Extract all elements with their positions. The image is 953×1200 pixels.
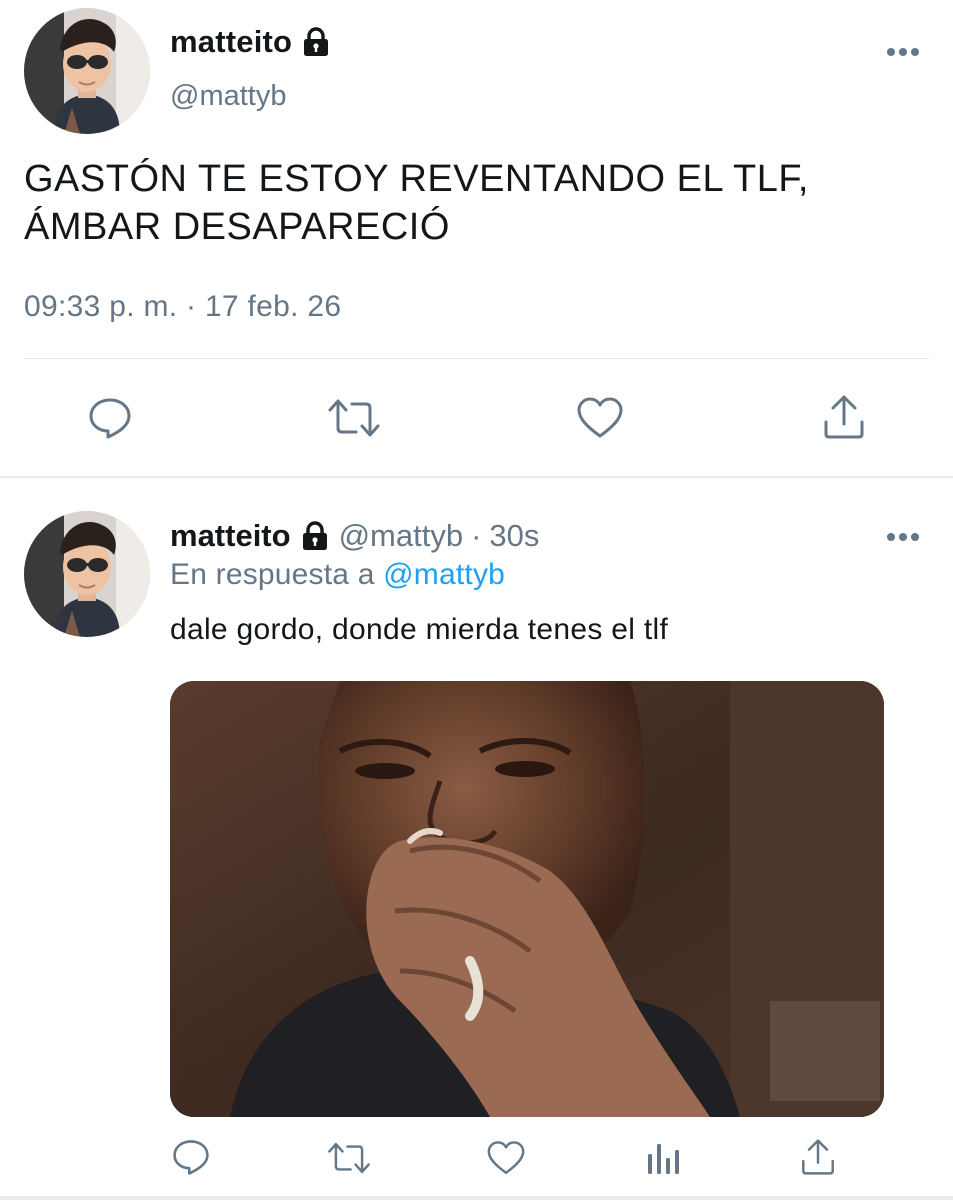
more-options-icon[interactable] (886, 44, 920, 56)
tweet-text: GASTÓN TE ESTOY REVENTANDO EL TLF, ÁMBAR… (24, 155, 924, 251)
main-tweet: matteito @mattyb GASTÓN TE ESTOY REVENTA… (0, 0, 953, 476)
reply-header: matteito @mattyb · 30s (170, 518, 539, 554)
display-name[interactable]: matteito (170, 24, 292, 60)
tweet-timestamp[interactable]: 09:33 p. m. · 17 feb. 26 (24, 290, 341, 324)
handle[interactable]: @mattyb (170, 80, 286, 113)
avatar-photo-icon (24, 8, 150, 134)
share-icon[interactable] (800, 1138, 836, 1176)
share-icon[interactable] (822, 394, 866, 440)
avatar-photo-icon (24, 511, 150, 637)
divider (0, 1196, 953, 1200)
tweet-text-line: GASTÓN TE ESTOY REVENTANDO EL TLF, (24, 158, 809, 200)
lock-icon (302, 27, 330, 57)
replying-to-label: En respuesta a (170, 558, 375, 591)
separator-dot: · (471, 518, 482, 553)
retweet-icon[interactable] (326, 396, 382, 440)
tweet-text: dale gordo, donde mierda tenes el tlf (170, 613, 669, 646)
lock-icon (301, 521, 329, 551)
reply-tweet[interactable]: matteito @mattyb · 30s En respuesta a @m… (0, 478, 953, 1200)
display-name-row: matteito (170, 24, 330, 60)
crying-man-meme-image (170, 681, 884, 1117)
retweet-icon[interactable] (326, 1140, 372, 1176)
analytics-icon[interactable] (646, 1140, 680, 1176)
tweet-media[interactable] (170, 681, 884, 1117)
like-icon[interactable] (486, 1140, 526, 1176)
more-options-icon[interactable] (886, 529, 920, 541)
tweet-text-line: ÁMBAR DESAPARECIÓ (24, 206, 450, 248)
like-icon[interactable] (576, 396, 624, 440)
handle[interactable]: @mattyb (339, 518, 464, 554)
divider (24, 358, 929, 359)
replying-to: En respuesta a @mattyb (170, 558, 505, 592)
avatar[interactable] (24, 8, 150, 134)
tweet-age[interactable]: 30s (489, 518, 539, 554)
display-name[interactable]: matteito (170, 518, 291, 554)
avatar[interactable] (24, 511, 150, 637)
reply-icon[interactable] (172, 1138, 210, 1176)
reply-icon[interactable] (88, 396, 132, 440)
replying-to-mention[interactable]: @mattyb (383, 558, 505, 591)
